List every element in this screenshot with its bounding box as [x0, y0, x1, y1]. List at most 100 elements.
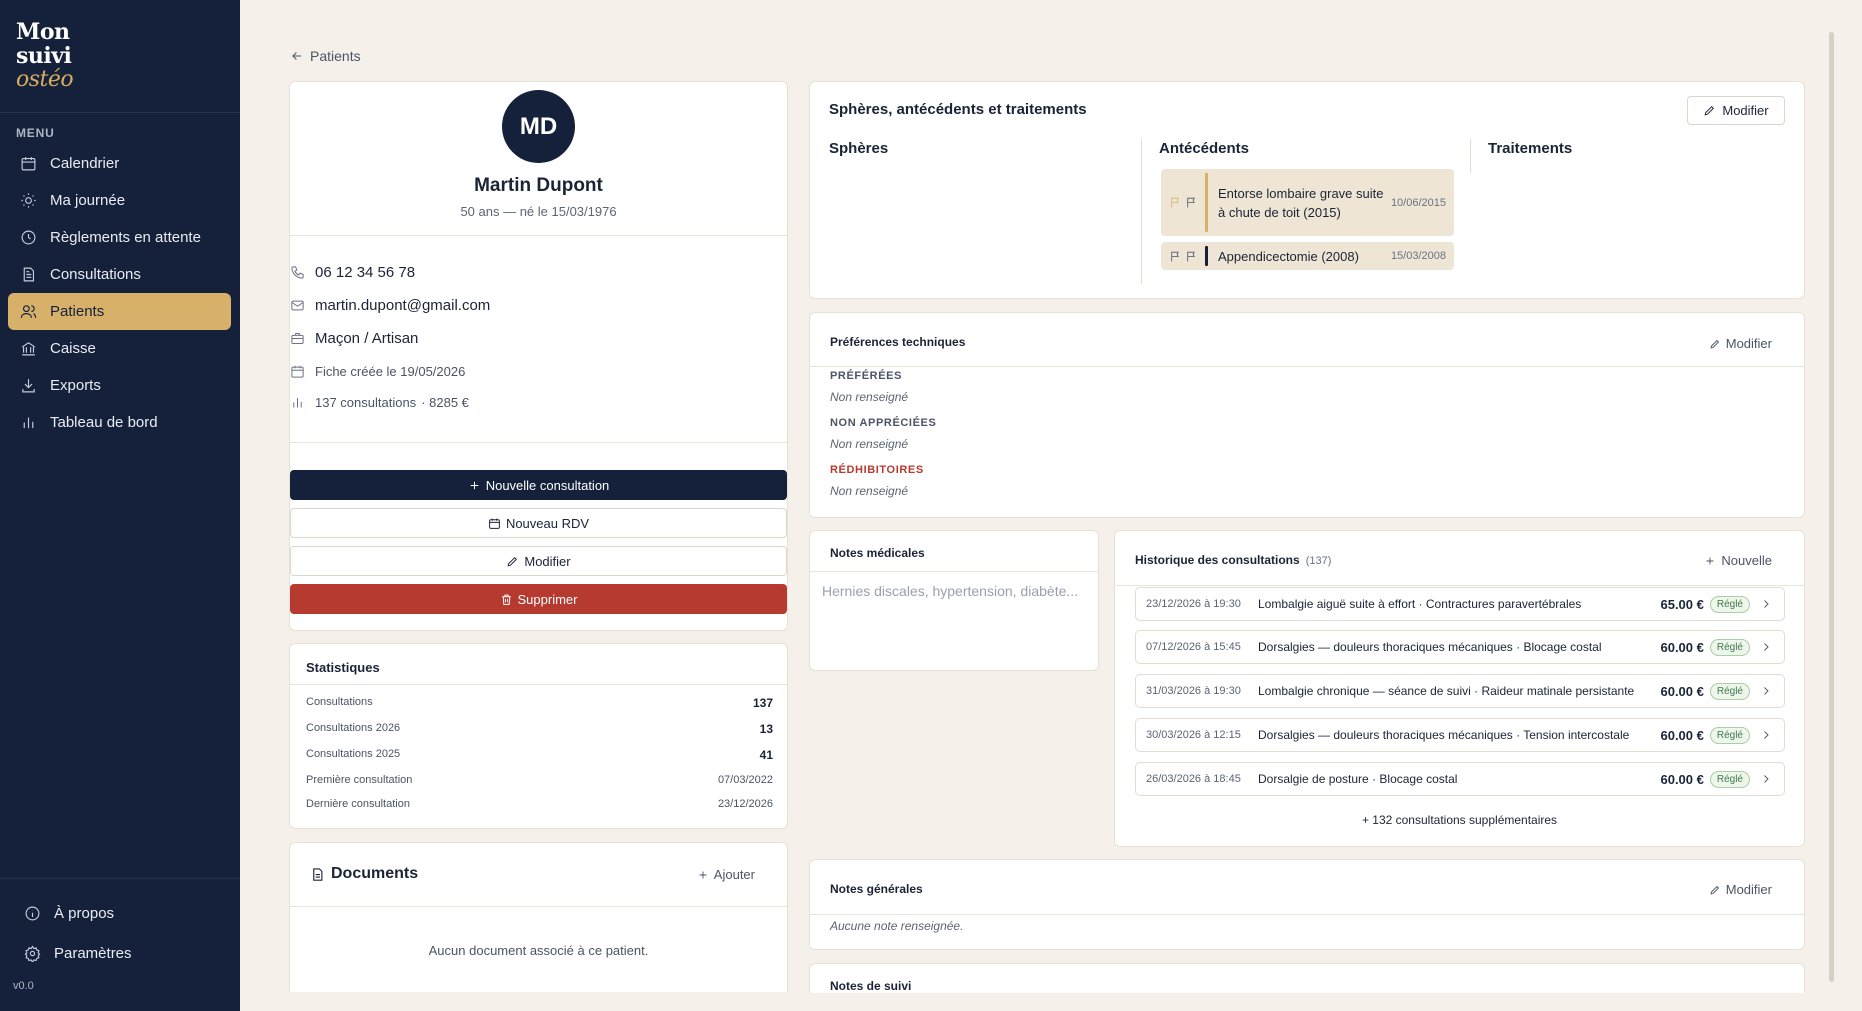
phone-value: 06 12 34 56 78	[315, 264, 416, 281]
logo-line2: suivi	[16, 43, 72, 69]
stat-value: 07/03/2022	[717, 774, 773, 786]
button-label: Modifier	[1725, 882, 1772, 897]
logo-line3: ostéo	[16, 67, 74, 92]
app-version: v0.0	[13, 980, 34, 992]
antecedent-date: 15/03/2008	[1390, 250, 1446, 262]
created-value: Fiche créée le 19/05/2026	[315, 364, 466, 379]
plus-icon	[699, 871, 707, 878]
sidebar-item-label: Tableau de bord	[50, 414, 158, 431]
sidebar-divider	[0, 112, 240, 113]
new-consultation-button[interactable]: Nouvelle consultation	[290, 470, 787, 500]
main-content: Patients MD Martin Dupont 50 ans — né le…	[240, 0, 1862, 1011]
flag-icon[interactable]	[1185, 196, 1198, 209]
button-label: Nouvelle consultation	[485, 477, 610, 493]
antecedent-color-bar	[1205, 246, 1208, 266]
button-label: Supprimer	[517, 591, 578, 607]
stat-row: Consultations 2026 13	[306, 722, 773, 736]
unappreciated-value: Non renseigné	[830, 437, 909, 451]
pencil-icon	[1710, 339, 1719, 349]
stat-row: Dernière consultation 23/12/2026	[306, 798, 773, 810]
sidebar-divider	[0, 878, 240, 879]
edit-preferences-button[interactable]: Modifier	[1709, 336, 1772, 351]
patient-phone[interactable]: 06 12 34 56 78	[290, 264, 415, 281]
app-logo[interactable]: Mon suivi ostéo	[16, 20, 74, 92]
flag-icon[interactable]	[1185, 250, 1198, 263]
back-link[interactable]: Patients	[290, 48, 361, 64]
patient-card: MD Martin Dupont 50 ans — né le 15/03/19…	[289, 81, 788, 631]
consultation-date: 26/03/2026 à 18:45	[1146, 773, 1241, 785]
consultation-date: 23/12/2026 à 19:30	[1146, 598, 1241, 610]
table-row[interactable]: 26/03/2026 à 18:45 Dorsalgie de posture …	[1135, 762, 1785, 796]
spheres-title: Sphères, antécédents et traitements	[829, 101, 1087, 118]
sidebar-bottom: À propos Paramètres	[8, 893, 231, 973]
sidebar-item-exports[interactable]: Exports	[8, 367, 231, 404]
chevron-right-icon	[1764, 731, 1769, 739]
trash-icon	[501, 594, 511, 605]
new-consultation-link[interactable]: Nouvelle	[1704, 553, 1772, 568]
stat-label: Consultations 2026	[306, 722, 401, 734]
sidebar-item-reglements[interactable]: Règlements en attente	[8, 219, 231, 256]
antecedent-item[interactable]: Entorse lombaire grave suite à chute de …	[1161, 169, 1454, 236]
preferences-title: Préférences techniques	[830, 335, 966, 349]
preferences-card: Préférences techniques Modifier PRÉFÉRÉE…	[809, 312, 1805, 518]
new-rdv-button[interactable]: Nouveau RDV	[290, 508, 787, 538]
stat-row: Première consultation 07/03/2022	[306, 774, 773, 786]
stat-value: 23/12/2026	[717, 798, 773, 810]
sidebar-item-parametres[interactable]: Paramètres	[8, 933, 231, 973]
column-divider	[1470, 139, 1471, 173]
medical-notes-title: Notes médicales	[830, 546, 925, 560]
history-count: (137)	[1305, 555, 1332, 567]
divider	[290, 235, 787, 236]
calendar-icon	[489, 518, 500, 529]
add-document-button[interactable]: Ajouter	[697, 867, 755, 882]
sidebar: Mon suivi ostéo MENU Calendrier Ma journ…	[0, 0, 240, 1011]
table-row[interactable]: 07/12/2026 à 15:45 Dorsalgies — douleurs…	[1135, 630, 1785, 664]
divider	[810, 571, 1098, 572]
stat-label: Consultations 2025	[306, 748, 401, 760]
edit-spheres-button[interactable]: Modifier	[1687, 96, 1785, 125]
patient-email[interactable]: martin.dupont@gmail.com	[290, 297, 490, 314]
download-icon	[22, 379, 35, 393]
briefcase-icon	[291, 333, 304, 344]
table-row[interactable]: 31/03/2026 à 19:30 Lombalgie chronique —…	[1135, 674, 1785, 708]
sidebar-item-tableau-de-bord[interactable]: Tableau de bord	[8, 404, 231, 441]
more-consultations-link[interactable]: + 132 consultations supplémentaires	[1115, 813, 1804, 827]
delete-patient-button[interactable]: Supprimer	[290, 584, 787, 614]
pencil-icon	[1704, 106, 1715, 116]
table-row[interactable]: 30/03/2026 à 12:15 Dorsalgies — douleurs…	[1135, 718, 1785, 752]
documents-card: Documents Ajouter Aucun document associé…	[289, 842, 788, 992]
spheres-card: Sphères, antécédents et traitements Modi…	[809, 81, 1805, 299]
consultation-date: 07/12/2026 à 15:45	[1146, 641, 1241, 653]
phone-icon	[291, 266, 304, 279]
unappreciated-label: NON APPRÉCIÉES	[830, 417, 937, 429]
followup-notes-title: Notes de suivi	[830, 979, 912, 993]
stat-value: 13	[759, 722, 773, 736]
plus-icon	[470, 481, 478, 489]
avatar: MD	[502, 90, 575, 163]
edit-patient-button[interactable]: Modifier	[290, 546, 787, 576]
chevron-right-icon	[1764, 643, 1769, 651]
sidebar-item-label: Calendrier	[50, 155, 120, 172]
column-divider	[1141, 139, 1142, 284]
sidebar-item-ma-journee[interactable]: Ma journée	[8, 182, 231, 219]
sidebar-item-calendrier[interactable]: Calendrier	[8, 145, 231, 182]
antecedent-flags	[1169, 250, 1205, 263]
documents-title: Documents	[331, 865, 419, 882]
scrollbar[interactable]	[1829, 32, 1834, 982]
sidebar-item-caisse[interactable]: Caisse	[8, 330, 231, 367]
gear-icon	[24, 944, 41, 962]
antecedent-item[interactable]: Appendicectomie (2008) 15/03/2008	[1161, 242, 1454, 270]
sidebar-item-label: Exports	[50, 377, 101, 394]
sidebar-item-patients[interactable]: Patients	[8, 293, 231, 330]
history-card: Historique des consultations (137) Nouve…	[1114, 530, 1805, 847]
sidebar-item-a-propos[interactable]: À propos	[8, 893, 231, 933]
medical-notes-input[interactable]: Hernies discales, hypertension, diabète.…	[822, 581, 1082, 602]
history-title: Historique des consultations	[1135, 553, 1300, 567]
edit-general-notes-button[interactable]: Modifier	[1709, 882, 1772, 897]
sidebar-item-consultations[interactable]: Consultations	[8, 256, 231, 293]
flag-icon[interactable]	[1169, 250, 1182, 263]
consultation-amount: 60.00 €	[1660, 639, 1704, 655]
table-row[interactable]: 23/12/2026 à 19:30 Lombalgie aiguë suite…	[1135, 587, 1785, 621]
documents-empty: Aucun document associé à ce patient.	[428, 943, 649, 958]
flag-icon[interactable]	[1169, 196, 1182, 209]
